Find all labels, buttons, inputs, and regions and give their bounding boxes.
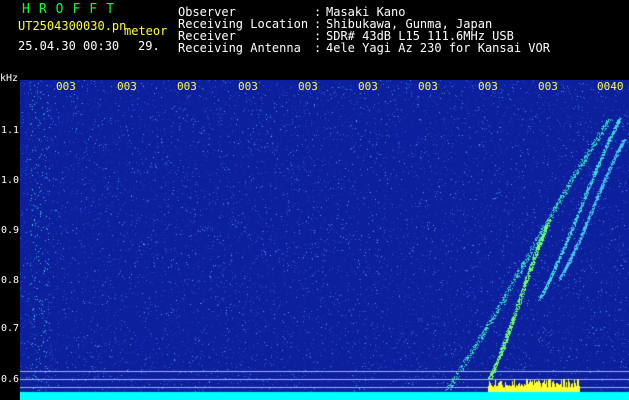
date-time: 25.04.30 00:30 [18, 39, 120, 53]
file-name: UT2504300030.pn [18, 19, 127, 33]
info-row-antenna: Receiving Antenna : 4ele Yagi Az 230 for… [178, 41, 628, 55]
y-tick: 1.1 [0, 125, 19, 136]
time-tick: 003 [538, 80, 558, 93]
time-tick: 003 [56, 80, 76, 93]
y-tick: 0.7 [0, 323, 19, 334]
info-value: 4ele Yagi Az 230 for Kansai VOR [326, 41, 550, 55]
y-tick: 1.0 [0, 175, 19, 186]
time-tick: 003 [238, 80, 258, 93]
y-axis-unit: kHz [0, 73, 19, 84]
meteor-count: 29. [138, 39, 160, 53]
time-tick: 003 [418, 80, 438, 93]
spectrogram-canvas [20, 80, 629, 400]
y-tick: 0.8 [0, 275, 19, 286]
time-tick: 003 [117, 80, 137, 93]
info-colon: : [314, 41, 322, 55]
time-tick: 003 [358, 80, 378, 93]
info-label: Receiving Antenna [178, 41, 301, 55]
brand-logo-text: HROFFT [22, 2, 123, 17]
meteor-label: meteor [124, 24, 168, 38]
time-tick: 003 [177, 80, 197, 93]
time-tick: 003 [298, 80, 318, 93]
time-tick: 003 [478, 80, 498, 93]
time-tick: 0040 [597, 80, 624, 93]
y-tick: 0.9 [0, 225, 19, 236]
y-tick: 0.6 [0, 374, 19, 385]
spectrogram-panel [20, 80, 629, 400]
header-panel: HROFFT UT2504300030.pn meteor 25.04.30 0… [0, 0, 629, 84]
